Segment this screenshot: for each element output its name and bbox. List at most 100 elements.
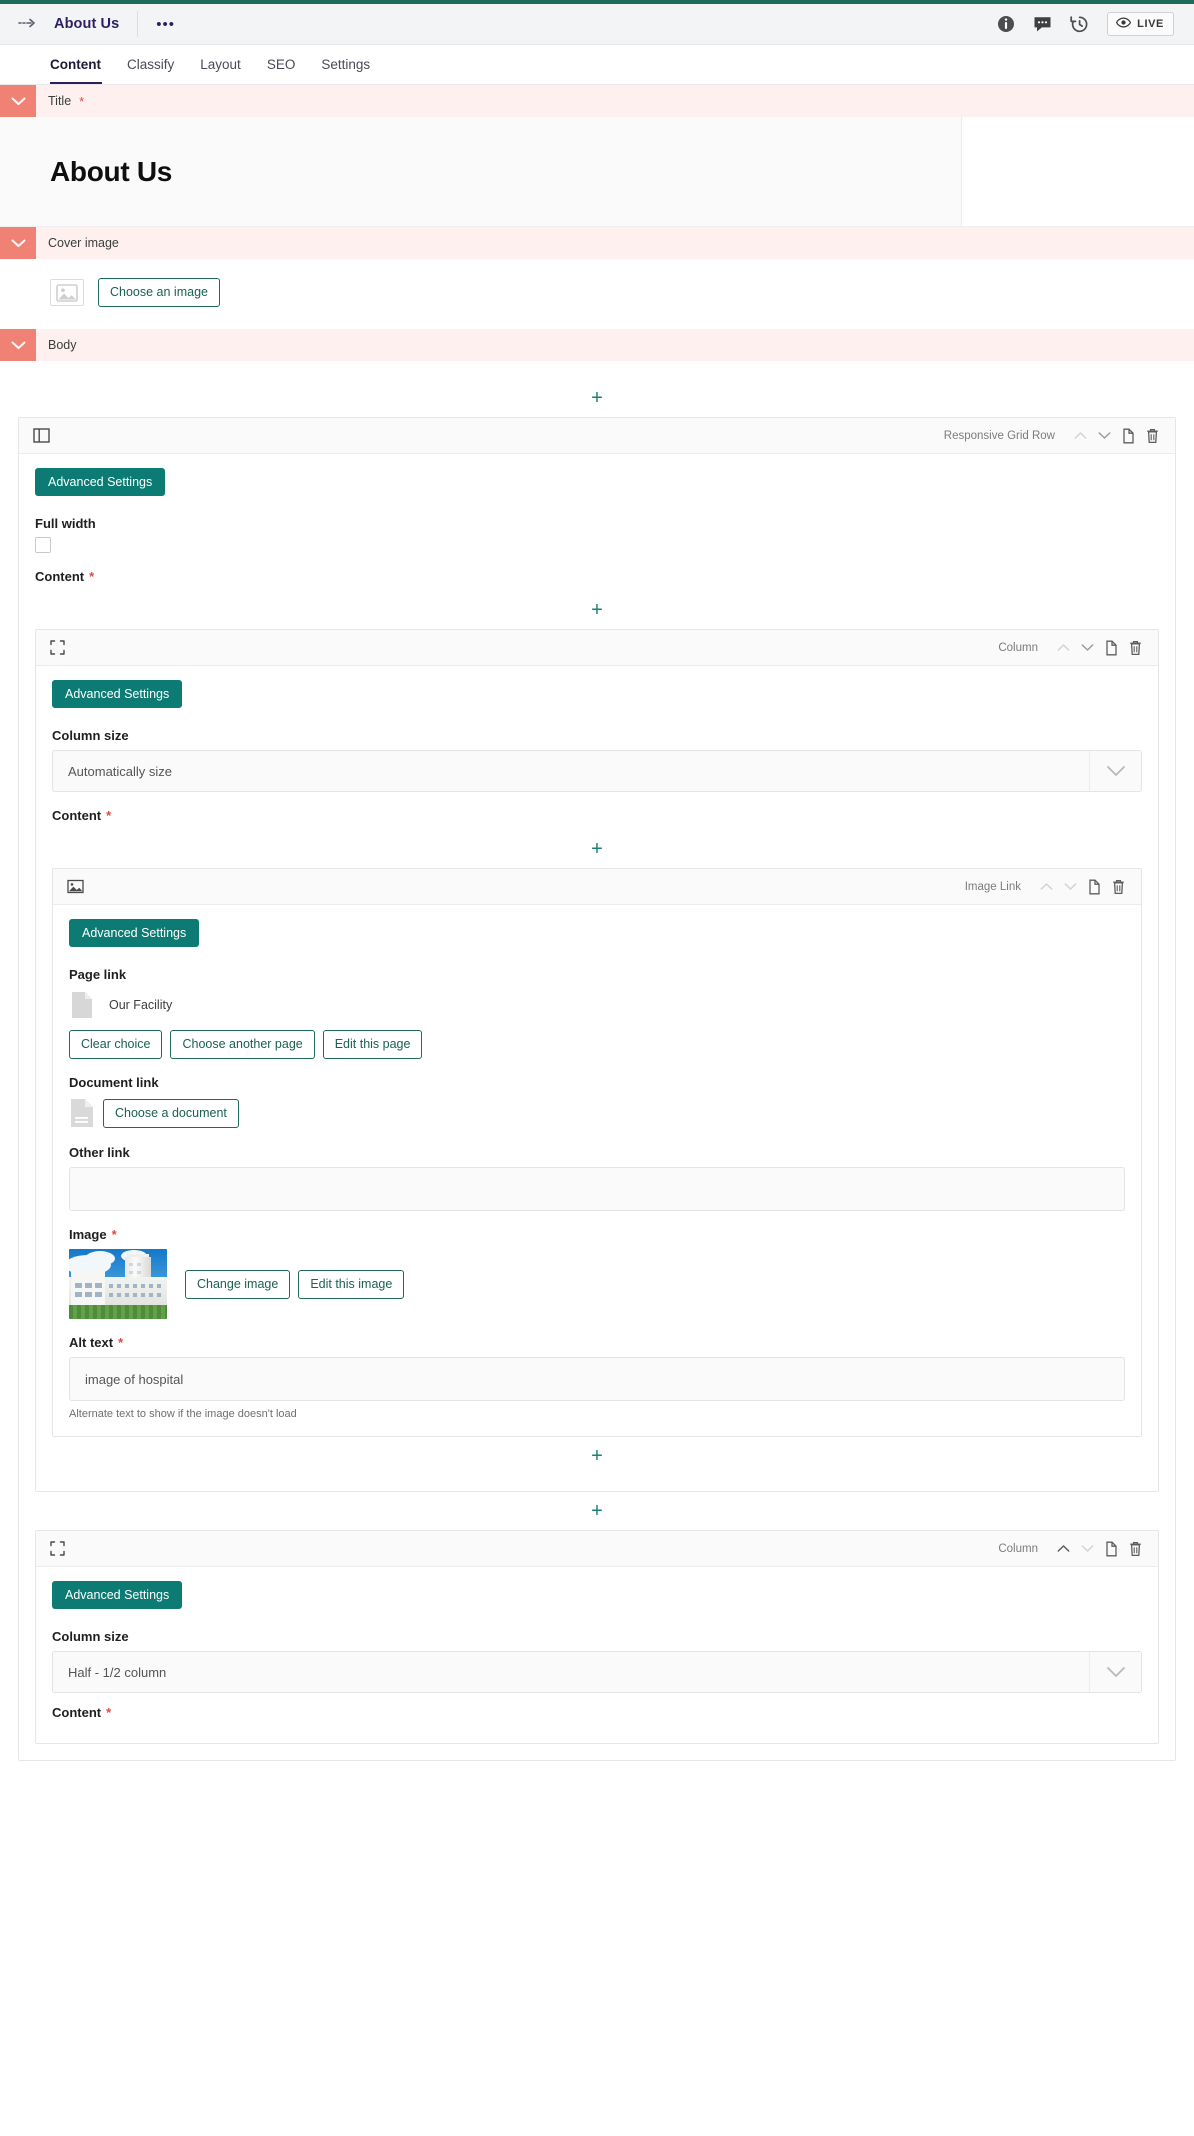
live-label: LIVE (1137, 18, 1164, 30)
advanced-settings-button[interactable]: Advanced Settings (35, 468, 166, 496)
add-block-button[interactable]: + (0, 379, 1194, 417)
delete-icon[interactable] (1141, 425, 1163, 447)
clear-choice-button[interactable]: Clear choice (69, 1030, 163, 1059)
edit-this-image-button[interactable]: Edit this image (298, 1269, 405, 1299)
duplicate-icon[interactable] (1117, 425, 1139, 447)
tab-content[interactable]: Content (38, 45, 114, 84)
tab-label: Layout (200, 57, 241, 72)
document-link-label: Document link (69, 1075, 1125, 1090)
required-asterisk: * (111, 1227, 117, 1242)
image-label: Image * (69, 1227, 1125, 1242)
title-side-panel (962, 117, 1194, 226)
page-icon (69, 989, 95, 1021)
plus-icon: + (591, 838, 603, 860)
label-text: Alt text (69, 1335, 114, 1350)
block-header: Image Link (53, 869, 1141, 905)
tab-classify[interactable]: Classify (114, 45, 187, 84)
change-image-button[interactable]: Change image (185, 1269, 291, 1299)
column-size-select[interactable]: Automatically size (52, 750, 1142, 792)
block-type-label: Responsive Grid Row (943, 429, 1055, 442)
move-up-icon[interactable] (1052, 637, 1074, 659)
duplicate-icon[interactable] (1083, 876, 1105, 898)
column-icon[interactable] (50, 640, 65, 655)
move-down-icon[interactable] (1076, 637, 1098, 659)
alt-text-input[interactable] (69, 1357, 1125, 1401)
grid-row-icon[interactable] (33, 428, 50, 443)
advanced-settings-button[interactable]: Advanced Settings (69, 919, 200, 947)
duplicate-icon[interactable] (1100, 1538, 1122, 1560)
block-column-one: Column Advanced Settings Column size Aut… (35, 629, 1159, 1492)
content-label: Content * (52, 808, 1142, 823)
advanced-settings-button[interactable]: Advanced Settings (52, 680, 183, 708)
page-link-label: Page link (69, 967, 1125, 982)
section-cover-image-label: Cover image (36, 227, 119, 259)
move-up-icon[interactable] (1035, 876, 1057, 898)
move-down-icon[interactable] (1076, 1538, 1098, 1560)
tab-label: Classify (127, 57, 175, 72)
choose-an-image-button[interactable]: Choose an image (98, 278, 220, 307)
choose-a-document-button[interactable]: Choose a document (103, 1098, 239, 1128)
column-size-select[interactable]: Half - 1/2 column (52, 1651, 1142, 1693)
more-actions-button[interactable]: ••• (138, 17, 193, 32)
tab-seo[interactable]: SEO (254, 45, 309, 84)
advanced-settings-button[interactable]: Advanced Settings (52, 1581, 183, 1609)
collapse-toggle-title[interactable] (0, 85, 36, 117)
tab-label: Content (50, 57, 101, 72)
edit-this-page-button[interactable]: Edit this page (322, 1030, 423, 1059)
history-icon[interactable] (1070, 15, 1089, 34)
dashed-arrow-icon[interactable] (18, 17, 38, 32)
delete-icon[interactable] (1124, 637, 1146, 659)
column-icon[interactable] (50, 1541, 65, 1556)
collapse-toggle-cover-image[interactable] (0, 227, 36, 259)
body-stream-field: + Responsive Grid Row Advanced Settings … (0, 361, 1194, 1761)
label-text: Content (35, 569, 85, 584)
content-label: Content * (52, 1705, 1142, 1720)
block-header: Column (36, 1531, 1158, 1567)
editor-tabs: Content Classify Layout SEO Settings (0, 45, 1194, 85)
section-title-label: Title * (36, 85, 84, 117)
info-icon[interactable] (996, 15, 1015, 34)
comments-icon[interactable] (1033, 15, 1052, 34)
full-width-checkbox[interactable] (35, 537, 51, 553)
block-content: Advanced Settings Full width Content * + (19, 454, 1175, 1760)
column-size-value: Automatically size (68, 763, 173, 779)
collapse-toggle-body[interactable] (0, 329, 36, 361)
choose-another-page-button[interactable]: Choose another page (170, 1030, 315, 1059)
title-value: About Us (50, 155, 173, 187)
label-text: Title (48, 94, 72, 108)
title-input-area[interactable]: About Us (0, 117, 962, 226)
plus-icon: + (591, 1445, 603, 1467)
other-link-input[interactable] (69, 1167, 1125, 1211)
section-body-label: Body (36, 329, 77, 361)
image-thumbnail[interactable] (69, 1249, 167, 1319)
add-block-button[interactable]: + (35, 591, 1159, 629)
label-text: Body (48, 338, 77, 352)
document-link-field: Choose a document (69, 1097, 1125, 1129)
column-size-label: Column size (52, 728, 1142, 743)
other-link-label: Other link (69, 1145, 1125, 1160)
add-block-button[interactable]: + (52, 830, 1142, 868)
tab-settings[interactable]: Settings (308, 45, 383, 84)
live-status-button[interactable]: LIVE (1107, 12, 1174, 36)
page-link-actions: Clear choice Choose another page Edit th… (69, 1030, 1125, 1059)
image-actions: Change image Edit this image (185, 1269, 405, 1299)
delete-icon[interactable] (1124, 1538, 1146, 1560)
required-asterisk: * (106, 1705, 112, 1720)
label-text: Content (52, 1705, 102, 1720)
image-link-icon[interactable] (67, 879, 84, 894)
move-down-icon[interactable] (1093, 425, 1115, 447)
move-up-icon[interactable] (1069, 425, 1091, 447)
required-asterisk: * (79, 93, 85, 109)
duplicate-icon[interactable] (1100, 637, 1122, 659)
move-down-icon[interactable] (1059, 876, 1081, 898)
image-placeholder-icon (50, 279, 84, 306)
section-header-cover-image: Cover image (0, 227, 1194, 259)
move-up-icon[interactable] (1052, 1538, 1074, 1560)
tab-layout[interactable]: Layout (187, 45, 254, 84)
label-text: Cover image (48, 236, 119, 250)
delete-icon[interactable] (1107, 876, 1129, 898)
required-asterisk: * (106, 808, 112, 823)
add-block-button[interactable]: + (52, 1437, 1142, 1475)
label-text: Column size (52, 1629, 129, 1644)
add-block-button[interactable]: + (35, 1492, 1159, 1530)
